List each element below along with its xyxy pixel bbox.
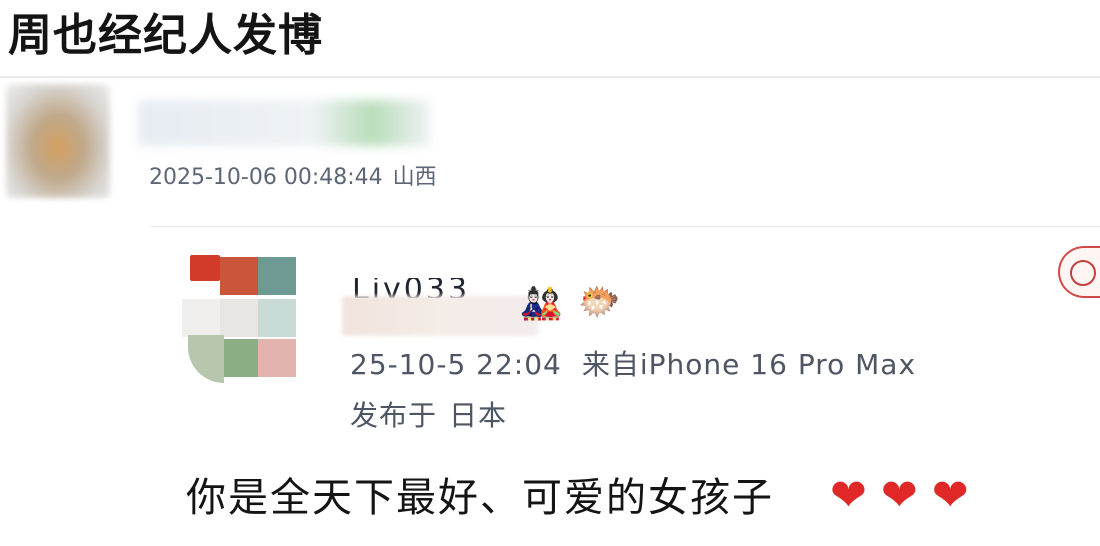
avatar-mosaic-tile [258, 339, 296, 377]
doll-emoji-icon: 🎎 [520, 284, 563, 324]
post-timestamp: 2025-10-06 00:48:44 [149, 165, 383, 190]
divider [0, 76, 1100, 78]
post-avatar[interactable] [6, 84, 110, 198]
avatar-mosaic-tile [220, 339, 258, 377]
avatar-mosaic-tile [258, 257, 296, 295]
reply-timestamp: 25-10-5 22:04 [350, 348, 562, 381]
avatar-mosaic-tile [220, 257, 258, 295]
badge-inner-icon [1070, 260, 1096, 286]
published-location: 日本 [449, 399, 508, 432]
reply-avatar[interactable] [182, 253, 312, 389]
heart-emoji-icon: ❤❤❤ [830, 470, 983, 521]
reply-source: 来自iPhone 16 Pro Max [581, 348, 917, 381]
published-label: 发布于 [350, 399, 438, 432]
pufferfish-emoji-icon: 🐡 [578, 282, 621, 322]
avatar-edge [188, 335, 224, 383]
reply-meta: 25-10-5 22:04 来自iPhone 16 Pro Max [350, 346, 916, 384]
avatar-mosaic-tile [182, 299, 224, 337]
reply-text: 你是全天下最好、可爱的女孩子 [186, 475, 774, 521]
headline: 周也经纪人发博 [8, 10, 323, 61]
avatar-mosaic-tile [258, 299, 296, 337]
reply-location: 发布于 日本 [350, 397, 507, 435]
avatar-mosaic-tile [220, 299, 258, 337]
reaction-badge-icon[interactable] [1058, 246, 1100, 298]
flag-icon [190, 255, 220, 281]
post-meta: 2025-10-06 00:48:44 山西 [149, 163, 437, 193]
reply-divider [150, 226, 1100, 227]
reply-username-blurred[interactable] [342, 296, 538, 336]
post-username-blurred[interactable] [138, 100, 430, 146]
reply-username-partial[interactable]: Liv033 [352, 278, 470, 298]
post-location: 山西 [392, 165, 437, 190]
